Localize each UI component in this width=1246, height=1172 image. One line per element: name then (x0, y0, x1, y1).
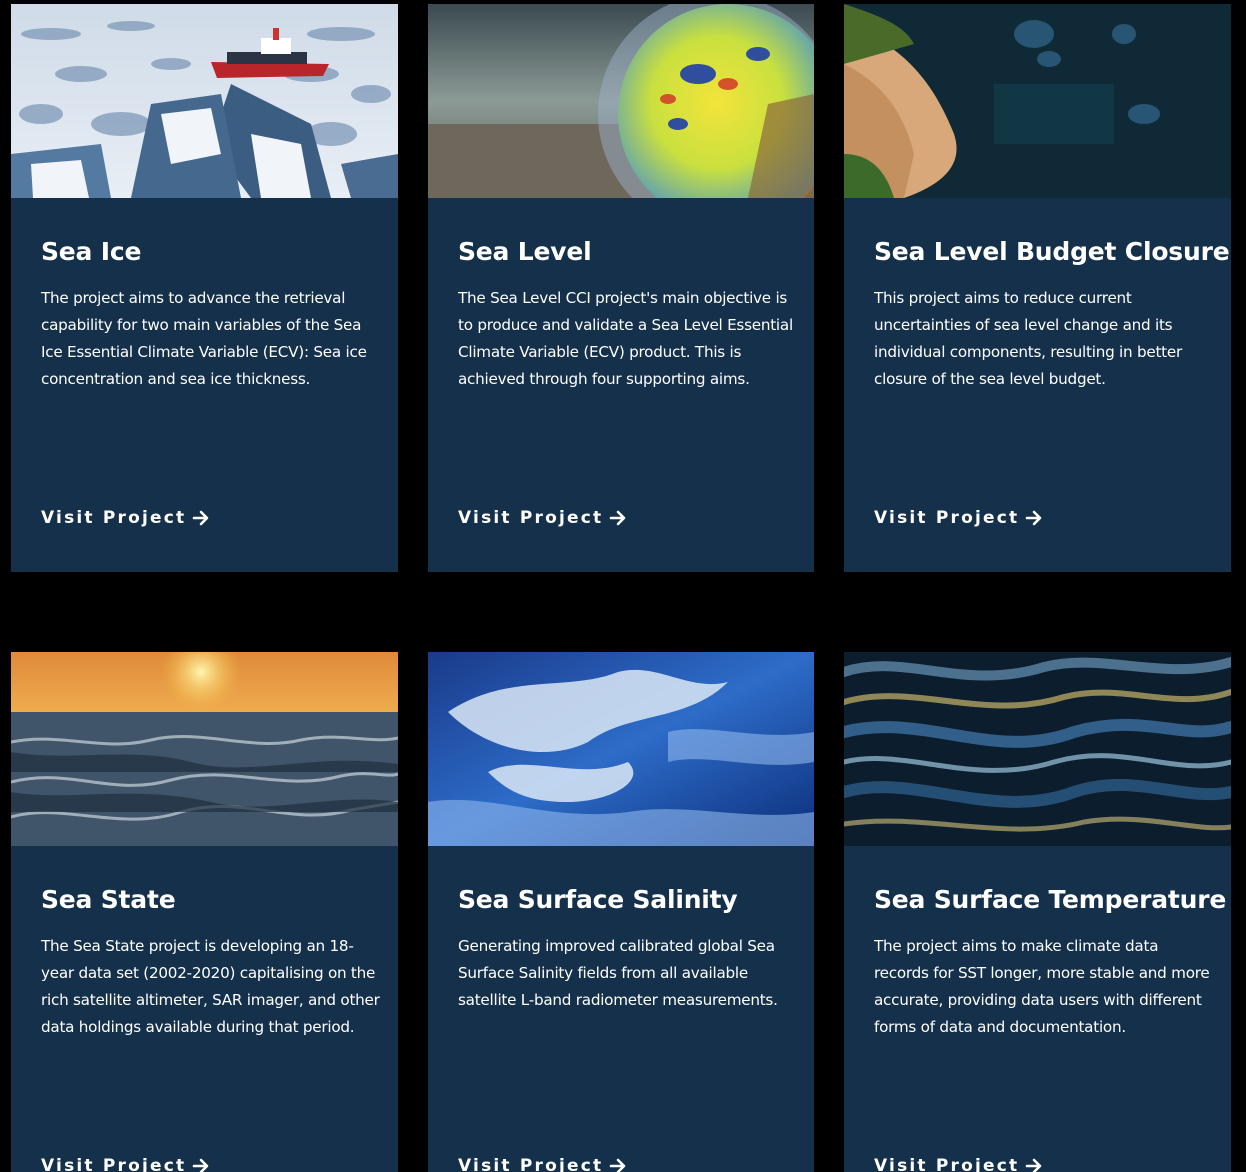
card-title: Sea Level Budget Closure (874, 237, 1230, 266)
visit-project-label: Visit Project (41, 1156, 187, 1172)
arrow-right-icon (192, 509, 210, 527)
project-card-sea-level-budget-closure: Sea Level Budget Closure This project ai… (844, 4, 1231, 572)
satellite-coastline-image (844, 4, 1231, 198)
project-card-sea-ice: Sea Ice The project aims to advance the … (11, 4, 398, 572)
card-description: The project aims to make climate data re… (874, 937, 1210, 1036)
card-title: Sea Surface Salinity (458, 885, 738, 914)
card-description: The Sea State project is developing an 1… (41, 937, 380, 1036)
card-title: Sea Surface Temperature (874, 885, 1227, 914)
arrow-right-icon (192, 1157, 210, 1172)
project-card-sea-state: Sea State The Sea State project is devel… (11, 652, 398, 1172)
card-description: The project aims to advance the retrieva… (41, 289, 367, 388)
arrow-right-icon (1025, 1157, 1043, 1172)
flowing-water-image (844, 652, 1231, 846)
card-title: Sea Level (458, 237, 592, 266)
project-card-sea-surface-temperature: Sea Surface Temperature The project aims… (844, 652, 1231, 1172)
visit-project-label: Visit Project (874, 508, 1020, 528)
sunset-waves-image (11, 652, 398, 846)
arrow-right-icon (1025, 509, 1043, 527)
sea-level-image (428, 4, 814, 198)
visit-project-link[interactable]: Visit Project (41, 1156, 210, 1172)
card-description: This project aims to reduce current unce… (874, 289, 1182, 388)
visit-project-label: Visit Project (874, 1156, 1020, 1172)
project-grid: Sea Ice The project aims to advance the … (0, 0, 1246, 1172)
visit-project-link[interactable]: Visit Project (41, 508, 210, 528)
visit-project-label: Visit Project (41, 508, 187, 528)
visit-project-link[interactable]: Visit Project (874, 508, 1043, 528)
card-title: Sea Ice (41, 237, 142, 266)
blue-surf-image (428, 652, 814, 846)
arrow-right-icon (609, 1157, 627, 1172)
card-description: The Sea Level CCI project's main objecti… (458, 289, 793, 388)
visit-project-link[interactable]: Visit Project (458, 1156, 627, 1172)
project-card-sea-level: Sea Level The Sea Level CCI project's ma… (428, 4, 814, 572)
arrow-right-icon (609, 509, 627, 527)
card-title: Sea State (41, 885, 176, 914)
project-card-sea-surface-salinity: Sea Surface Salinity Generating improved… (428, 652, 814, 1172)
visit-project-label: Visit Project (458, 508, 604, 528)
card-description: Generating improved calibrated global Se… (458, 937, 778, 1009)
visit-project-label: Visit Project (458, 1156, 604, 1172)
visit-project-link[interactable]: Visit Project (458, 508, 627, 528)
sea-ice-image (11, 4, 398, 198)
visit-project-link[interactable]: Visit Project (874, 1156, 1043, 1172)
